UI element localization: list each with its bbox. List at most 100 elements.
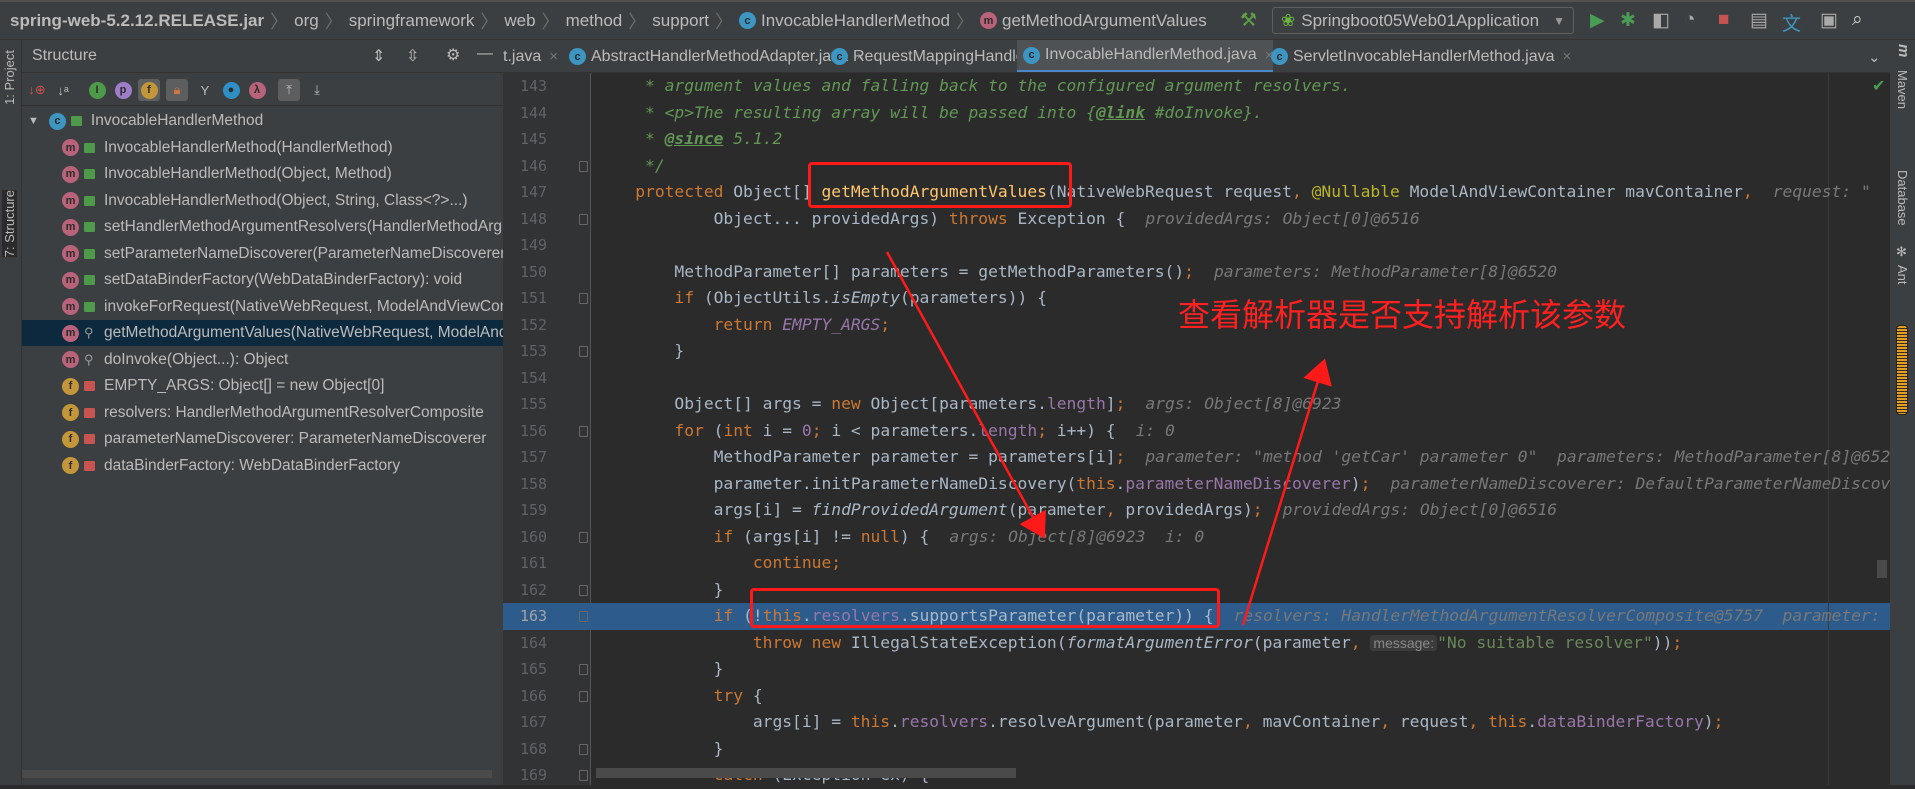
show-lambdas-icon[interactable]: λ [246,79,268,101]
stop-icon[interactable]: ■ [1718,9,1729,31]
tree-item[interactable]: f dataBinderFactory: WebDataBinderFactory [22,453,503,479]
tree-item[interactable]: m InvocableHandlerMethod(HandlerMethod) [22,135,503,161]
breadcrumb-item[interactable]: org [290,11,323,31]
tab-t-java[interactable]: t.java × [503,40,558,72]
fold-marker-icon[interactable] [579,743,588,755]
show-non-public-icon[interactable]: 🔒︎ [166,79,188,101]
tree-item[interactable]: m setDataBinderFactory(WebDataBinderFacto… [22,267,503,293]
fold-marker-icon[interactable] [579,611,588,622]
tree-item[interactable]: m setHandlerMethodArgumentResolvers(Handl… [22,214,503,240]
code-token: int [723,420,763,440]
ant-tool-tab[interactable]: Ant [1895,265,1910,285]
tree-root[interactable]: ▼ c InvocableHandlerMethod [22,108,503,134]
collapse-all-icon[interactable]: ⇳ [406,46,419,66]
run-icon[interactable]: ▶ [1590,9,1605,32]
code-token: * argument values and falling back to th… [596,76,1351,95]
code-editor[interactable]: * argument values and falling back to th… [591,73,1890,785]
fold-marker-icon[interactable] [579,664,588,675]
search-icon[interactable]: ⌕ [1852,9,1863,31]
build-hammer-icon[interactable]: ⚒ [1240,9,1257,32]
fold-marker-icon[interactable] [579,770,588,781]
show-implemented-icon[interactable]: ● [220,79,242,101]
tab-invocablehandlermethod-java[interactable]: c InvocableHandlerMethod.java × [1017,40,1274,72]
field-icon: f [62,457,79,474]
project-structure-icon[interactable]: ▤ [1750,9,1768,32]
autoscroll-to-source-icon[interactable]: ⤒ [278,79,300,101]
expand-all-icon[interactable]: ⇕ [372,46,385,66]
code-line: throw new IllegalStateException(formatAr… [596,630,1682,657]
tree-item[interactable]: f resolvers: HandlerMethodArgumentResolve… [22,400,503,426]
tree-item[interactable]: f parameterNameDiscoverer: ParameterNameD… [22,426,503,452]
show-inherited-icon[interactable]: I [86,79,108,101]
tree-item[interactable]: m InvocableHandlerMethod(Object, Method) [22,161,503,187]
code-token: if [596,288,704,307]
tab-label: t.java [503,47,542,65]
show-properties-icon[interactable]: p [112,79,134,101]
translate-icon[interactable]: 文 [1782,9,1801,36]
tree-item[interactable]: f EMPTY_ARGS: Object[] = new Object[0] [22,373,503,399]
maven-tool-tab[interactable]: Maven [1895,70,1910,109]
hide-icon[interactable]: — [477,45,493,63]
editor-vertical-scrollbar[interactable] [1877,560,1887,578]
structure-tool-tab[interactable]: 7: Structure [2,190,17,258]
breadcrumb-item[interactable]: support [648,11,713,31]
sort-alphabetically-icon[interactable]: ↓ᵃ [52,79,74,101]
fold-marker-icon[interactable] [579,690,588,702]
tab-abstracthandlermethodadapter-java[interactable]: c AbstractHandlerMethodAdapter.java × [563,40,865,72]
tab-servletinvocablehandlermethod-java[interactable]: c ServletInvocableHandlerMethod.java × [1265,40,1571,72]
tree-item[interactable]: m ⚲ doInvoke(Object...): Object [22,347,503,373]
breadcrumb-item[interactable]: web [500,11,539,31]
line-number: 166 [520,686,548,705]
code-token: i = [762,420,802,440]
fold-marker-icon[interactable] [579,293,588,304]
line-number: 160 [520,527,548,546]
public-icon [70,116,82,126]
code-token: * [596,129,665,148]
editor-horizontal-scrollbar[interactable] [596,768,1016,778]
line-number: 154 [520,368,548,387]
window-icon[interactable]: ▣ [1820,9,1838,32]
expand-arrow-icon[interactable]: ▼ [28,115,39,127]
profile-icon[interactable]: ◔ [1684,9,1695,31]
fold-marker-icon[interactable] [579,531,588,543]
code-token: mavContainer [1262,712,1381,731]
breadcrumb-item[interactable]: c InvocableHandlerMethod [735,11,954,31]
fold-marker-icon[interactable] [579,213,588,225]
database-tool-tab[interactable]: Database [1895,170,1910,226]
project-tool-tab[interactable]: 1: Project [2,50,17,105]
show-fields-icon[interactable]: f [138,79,160,101]
code-line: if (args[i] != null) {args: Object[8]@69… [596,524,1205,551]
line-number: 157 [520,448,548,466]
tree-item[interactable]: m InvocableHandlerMethod(Object, String, … [22,188,503,214]
fold-marker-icon[interactable] [579,425,588,437]
structure-horizontal-scrollbar[interactable] [22,770,492,778]
code-token: length [1046,394,1106,413]
tree-item[interactable]: m ⚲ getMethodArgumentValues(NativeWebReque… [22,320,503,346]
code-token: dataBinderFactory [1537,712,1704,731]
debug-icon[interactable]: ✱ [1620,9,1636,32]
close-icon[interactable]: × [549,48,558,65]
structure-title: Structure [32,47,97,64]
field-icon: f [62,430,79,448]
breadcrumb-item[interactable]: spring-web-5.2.12.RELEASE.jar [0,11,268,31]
breadcrumb-separator-icon: 〉 [324,11,343,32]
coverage-icon[interactable]: ◧ [1652,9,1670,32]
breadcrumb-separator-icon: 〉 [955,11,974,32]
show-anonymous-icon[interactable]: Y [194,79,216,101]
annotation-box-supports-parameter [750,588,1220,628]
fold-marker-icon[interactable] [579,346,588,357]
autoscroll-from-source-icon[interactable]: ⤓ [306,79,328,101]
fold-marker-icon[interactable] [579,584,588,596]
tree-item[interactable]: m setParameterNameDiscoverer(ParameterNam… [22,241,503,267]
method-icon: m [62,324,79,342]
breadcrumb-item[interactable]: m getMethodArgumentValues [976,11,1211,31]
sort-by-visibility-icon[interactable]: ↓⊕ [26,79,48,101]
tree-item[interactable]: m invokeForRequest(NativeWebRequest, Mode… [22,294,503,320]
fold-marker-icon[interactable] [579,160,588,172]
breadcrumb-item[interactable]: springframework [345,11,479,31]
run-configuration-dropdown[interactable]: ❀ Springboot05Web01Application ▼ [1272,7,1574,34]
close-icon[interactable]: × [1562,48,1571,65]
breadcrumb-item[interactable]: method [562,11,627,31]
tabs-overflow-chevron-icon[interactable]: ⌄ [1868,48,1881,66]
gear-icon[interactable]: ⚙ [446,45,460,65]
